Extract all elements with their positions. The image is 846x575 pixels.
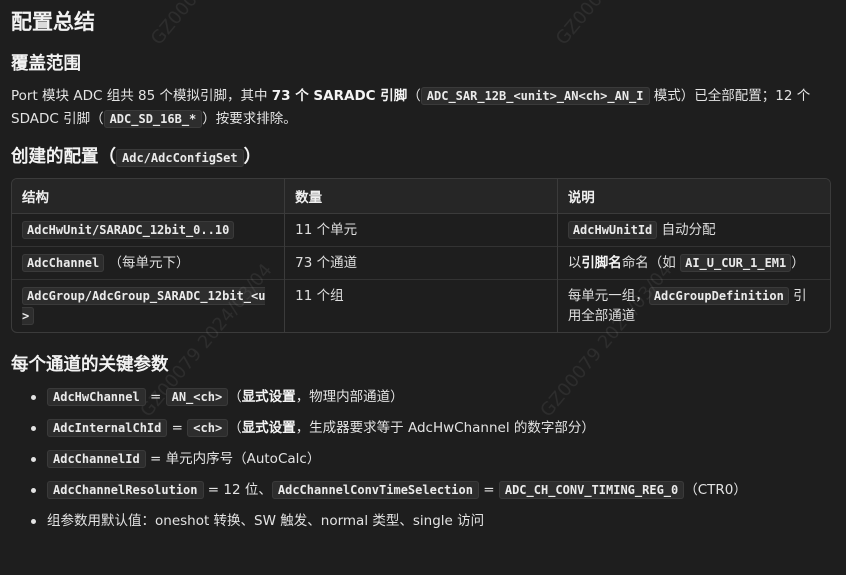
table-row: AdcGroup/AdcGroup_SARADC_12bit_<u> 11 个组… bbox=[12, 279, 830, 332]
list-item: AdcInternalChId = <ch> （显式设置，生成器要求等于 AdcH… bbox=[11, 417, 835, 448]
column-header: 数量 bbox=[284, 179, 558, 214]
document-body: 配置总结 覆盖范围 Port 模块 ADC 组共 85 个模拟引脚，其中 73 … bbox=[0, 0, 846, 541]
list-item: AdcHwChannel = AN_<ch> （显式设置，物理内部通道） bbox=[11, 386, 835, 417]
table-cell: AdcHwUnitId 自动分配 bbox=[556, 213, 830, 247]
code-span: ADC_SAR_12B_<unit>_AN<ch>_AN_I bbox=[420, 87, 650, 105]
list-item: AdcChannelResolution = 12 位、 AdcChannelCo… bbox=[11, 479, 835, 510]
list-item: 组参数用默认值：oneshot 转换、SW 触发、normal 类型、singl… bbox=[11, 510, 835, 541]
table-cell: AdcChannel （每单元下） bbox=[12, 246, 285, 280]
code-span: ADC_SD_16B_* bbox=[103, 110, 203, 128]
coverage-paragraph: Port 模块 ADC 组共 85 个模拟引脚，其中 73 个 SARADC 引… bbox=[11, 87, 811, 128]
table-cell: 11 个单元 bbox=[284, 213, 558, 247]
params-list: AdcHwChannel = AN_<ch> （显式设置，物理内部通道） AdcI… bbox=[11, 386, 835, 541]
created-config-heading: 创建的配置（ Adc/AdcConfigSet） bbox=[11, 147, 262, 167]
code-span: Adc/AdcConfigSet bbox=[116, 149, 244, 167]
table-row: AdcHwUnit/SARADC_12bit_0..10 11 个单元 AdcH… bbox=[12, 213, 830, 247]
coverage-heading: 覆盖范围 bbox=[11, 54, 81, 74]
table-cell: 以引脚名命名（如 AI_U_CUR_1_EM1） bbox=[556, 246, 830, 280]
list-item: AdcChannelId = 单元内序号（AutoCalc） bbox=[11, 448, 835, 479]
table-cell: AdcHwUnit/SARADC_12bit_0..10 bbox=[12, 213, 285, 247]
page-title: 配置总结 bbox=[11, 10, 95, 34]
table-header-row: 结构 数量 说明 bbox=[12, 179, 830, 214]
column-header: 说明 bbox=[556, 179, 830, 214]
table-cell: AdcGroup/AdcGroup_SARADC_12bit_<u> bbox=[12, 279, 285, 332]
params-heading: 每个通道的关键参数 bbox=[11, 355, 169, 375]
table-row: AdcChannel （每单元下） 73 个通道 以引脚名命名（如 AI_U_C… bbox=[12, 246, 830, 280]
column-header: 结构 bbox=[12, 179, 285, 214]
table-cell: 73 个通道 bbox=[284, 246, 558, 280]
table-cell: 11 个组 bbox=[284, 279, 558, 332]
config-table: 结构 数量 说明 AdcHwUnit/SARADC_12bit_0..10 11… bbox=[11, 178, 831, 333]
table-cell: 每单元一组， AdcGroupDefinition 引用全部通道 bbox=[556, 279, 830, 332]
